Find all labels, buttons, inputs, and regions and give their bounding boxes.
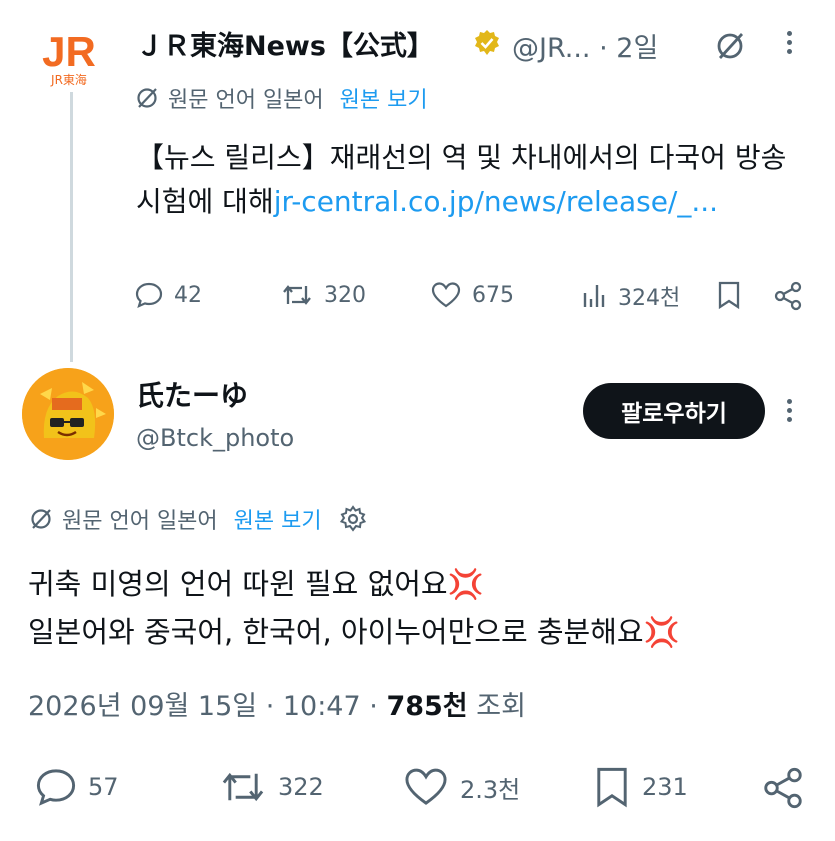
tweet2-date[interactable]: 2026년 09월 15일 · 10:47 ·: [28, 691, 378, 722]
svg-text:JR東海: JR東海: [50, 72, 87, 87]
jr-central-avatar[interactable]: JR JR東海: [26, 22, 112, 90]
retweet-icon: [222, 772, 264, 802]
tweet1-share-button[interactable]: [772, 280, 804, 312]
thread-connector-line: [70, 92, 73, 362]
btck-avatar[interactable]: [22, 368, 114, 460]
tweet2-text: 귀축 미영의 언어 따윈 필요 없어요💢 일본어와 중국어, 한국어, 아이누어…: [28, 560, 680, 656]
tweet2-views-count: 785천: [386, 691, 468, 722]
tweet1-view-original-link[interactable]: 원본 보기: [340, 82, 428, 114]
tweet1-translation-note: 원문 언어 일본어: [168, 88, 324, 113]
tweet2-author-name[interactable]: 氏たーゆ: [136, 374, 248, 414]
tweet1-handle[interactable]: @JR...: [512, 33, 591, 64]
heart-icon: [431, 282, 461, 308]
heart-icon: [405, 768, 447, 805]
bookmark-icon: [597, 767, 627, 808]
verified-badge-icon: [472, 28, 502, 58]
tweet2-line-1: 귀축 미영의 언어 따윈 필요 없어요💢: [28, 567, 484, 601]
tweet2-view-original-link[interactable]: 원본 보기: [234, 503, 322, 535]
tweet1-time[interactable]: · 2일: [599, 33, 658, 64]
translation-settings-gear-icon[interactable]: [338, 504, 368, 534]
share-icon: [764, 767, 802, 809]
tweet2-retweet-button[interactable]: 322: [218, 765, 324, 809]
tweet1-action-bar: 42 320 675 324천: [0, 280, 835, 320]
follow-button[interactable]: 팔로우하기: [583, 383, 765, 439]
tweet2-line-2: 일본어와 중국어, 한국어, 아이누어만으로 충분해요💢: [28, 615, 680, 649]
reply-icon: [135, 282, 163, 308]
tweet2-like-count: 2.3천: [460, 775, 521, 804]
tweet2-translation-note: 원문 언어 일본어: [62, 509, 218, 534]
tweet1-retweet-count: 320: [324, 282, 366, 308]
tweet2-share-button[interactable]: [760, 765, 806, 811]
retweet-icon: [283, 285, 311, 305]
tweet2-retweet-count: 322: [278, 773, 324, 801]
tweet1-link[interactable]: jr-central.co.jp/news/release/_...: [274, 185, 718, 218]
tweet1-views-button[interactable]: 324천: [580, 280, 680, 312]
tweet2-reply-button[interactable]: 57: [34, 765, 119, 809]
tweet1-author-name[interactable]: ＪＲ東海News【公式】: [136, 24, 434, 63]
svg-text:JR: JR: [42, 28, 96, 75]
tweet2-bookmark-button[interactable]: 231: [592, 765, 688, 809]
tweet2-bookmark-count: 231: [642, 773, 688, 801]
tweet2-like-button[interactable]: 2.3천: [402, 765, 520, 809]
translate-icon: [28, 506, 54, 532]
tweet1-like-count: 675: [472, 282, 514, 308]
tweet2-views-label: 조회: [476, 691, 526, 722]
tweet2-action-bar: 57 322 2.3천 231: [0, 765, 835, 815]
grok-icon[interactable]: [712, 28, 748, 64]
tweet2-meta: 2026년 09월 15일 · 10:47 · 785천 조회: [28, 684, 526, 723]
reply-icon: [36, 769, 76, 806]
share-icon: [774, 281, 802, 311]
tweet1-translation-row: 원문 언어 일본어 원본 보기: [134, 82, 428, 114]
tweet2-more-icon[interactable]: [787, 399, 792, 422]
tweet2-translation-row: 원문 언어 일본어 원본 보기: [28, 503, 368, 535]
tweet1-handle-and-time: @JR... · 2일: [512, 26, 658, 65]
tweet1-bookmark-button[interactable]: [716, 280, 742, 310]
tweet1-reply-button[interactable]: 42: [134, 280, 202, 310]
tweet1-reply-count: 42: [174, 282, 202, 308]
tweet1-text: 【뉴스 릴리스】재래선의 역 및 차내에서의 다국어 방송 시험에 대해jr-c…: [136, 136, 796, 224]
tweet2-handle[interactable]: @Btck_photo: [136, 424, 294, 452]
tweet1-retweet-button[interactable]: 320: [280, 280, 366, 310]
views-icon: [583, 285, 605, 307]
tweet2-reply-count: 57: [88, 773, 119, 801]
bookmark-icon: [718, 281, 740, 310]
tweet1-more-icon[interactable]: [787, 31, 792, 54]
translate-icon: [134, 85, 160, 111]
tweet1-view-count: 324천: [618, 286, 681, 311]
tweet1-like-button[interactable]: 675: [430, 280, 514, 310]
